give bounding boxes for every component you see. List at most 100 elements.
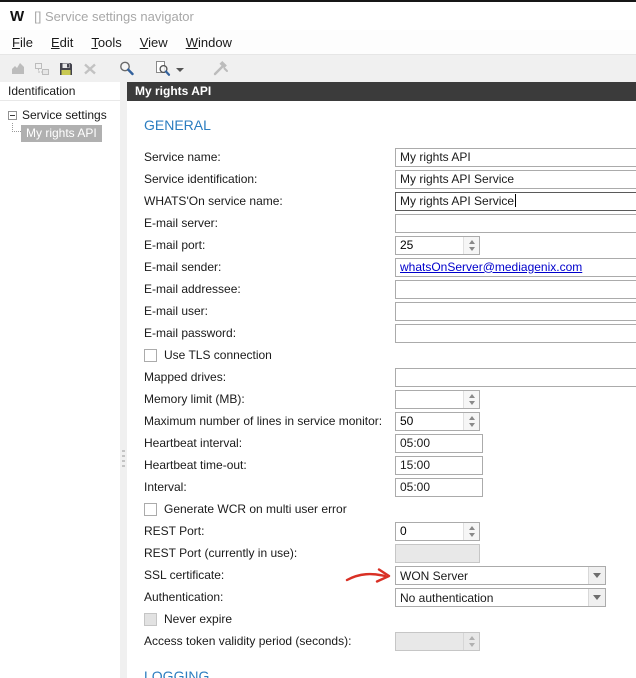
dropdown-arrow-icon[interactable] — [588, 566, 605, 584]
splitter-grip-icon[interactable] — [122, 450, 125, 468]
email-server-input[interactable] — [395, 213, 636, 233]
email-user-input[interactable] — [395, 301, 636, 321]
spin-down-icon[interactable] — [468, 246, 475, 254]
form-row: E-mail sender: whatsOnServer@mediagenix.… — [144, 256, 636, 278]
email-password-input[interactable] — [395, 323, 636, 343]
tree-collapse-icon[interactable] — [8, 110, 17, 120]
email-sender-link[interactable]: whatsOnServer@mediagenix.com — [400, 260, 582, 274]
email-sender-field[interactable]: whatsOnServer@mediagenix.com — [395, 257, 636, 277]
tree-node-service-settings[interactable]: Service settings — [8, 107, 120, 123]
menu-tools[interactable]: Tools — [82, 32, 130, 53]
search-icon[interactable] — [114, 58, 138, 80]
service-name-input[interactable] — [395, 147, 636, 167]
menu-file[interactable]: File — [3, 32, 42, 53]
field-label: WHATS'On service name: — [144, 194, 283, 208]
spin-up-icon[interactable] — [468, 413, 475, 420]
tree-node-my-rights-api[interactable]: My rights API — [12, 123, 120, 142]
main-panel: My rights API GENERAL Service name: Serv… — [127, 82, 636, 678]
form-row: Authentication: No authentication — [144, 586, 636, 608]
tree-elbow-line — [12, 123, 21, 132]
field-label: E-mail password: — [144, 326, 237, 340]
max-lines-spinner[interactable] — [395, 411, 480, 431]
spinner-buttons[interactable] — [463, 412, 479, 430]
form-row: E-mail addressee: — [144, 278, 636, 300]
rest-port-in-use-field — [395, 543, 480, 563]
never-expire-checkbox — [144, 612, 157, 626]
service-identification-input[interactable] — [395, 169, 636, 189]
memory-limit-spinner[interactable] — [395, 389, 480, 409]
field-label: REST Port: — [144, 524, 205, 538]
menu-window[interactable]: Window — [177, 32, 241, 53]
heartbeat-timeout-input[interactable] — [395, 455, 483, 475]
panel-splitter[interactable] — [120, 82, 127, 678]
form-row: Generate WCR on multi user error — [144, 498, 636, 520]
interval-input[interactable] — [395, 477, 483, 497]
form-row: E-mail server: — [144, 212, 636, 234]
use-tls-checkbox[interactable] — [144, 348, 157, 362]
email-addressee-input[interactable] — [395, 279, 636, 299]
search-document-icon[interactable] — [150, 58, 174, 80]
field-label: Access token validity period (seconds): — [144, 634, 352, 648]
spin-up-icon[interactable] — [468, 523, 475, 530]
checkbox-label: Use TLS connection — [164, 348, 272, 362]
delete-icon — [78, 58, 102, 80]
checkbox-label: Generate WCR on multi user error — [164, 502, 347, 516]
dropdown-arrow-icon[interactable] — [588, 588, 605, 606]
email-port-input[interactable] — [396, 236, 463, 254]
rest-port-spinner[interactable] — [395, 521, 480, 541]
field-label: Heartbeat interval: — [144, 436, 243, 450]
rest-port-input[interactable] — [396, 522, 463, 540]
hierarchy-icon — [30, 58, 54, 80]
menu-edit[interactable]: Edit — [42, 32, 82, 53]
tools-icon — [208, 58, 232, 80]
field-label: Maximum number of lines in service monit… — [144, 414, 383, 428]
form-row: Maximum number of lines in service monit… — [144, 410, 636, 432]
spinner-buttons[interactable] — [463, 522, 479, 540]
ssl-certificate-dropdown[interactable]: WON Server — [395, 565, 606, 585]
field-label: Heartbeat time-out: — [144, 458, 247, 472]
field-label: Authentication: — [144, 590, 224, 604]
generate-wcr-checkbox[interactable] — [144, 502, 157, 516]
heartbeat-interval-input[interactable] — [395, 433, 483, 453]
form-row: WHATS'On service name: My rights API Ser… — [144, 190, 636, 212]
max-lines-input[interactable] — [396, 412, 463, 430]
toolbar — [0, 54, 636, 82]
mapped-drives-input[interactable] — [395, 367, 636, 387]
field-label: Service identification: — [144, 172, 258, 186]
spin-down-icon[interactable] — [468, 422, 475, 430]
whatson-service-name-input[interactable]: My rights API Service — [395, 191, 636, 211]
form-row: SSL certificate: WON Server — [144, 564, 636, 586]
field-label: E-mail server: — [144, 216, 219, 230]
form-row: Never expire — [144, 608, 636, 630]
checkbox-label: Never expire — [164, 612, 233, 626]
spin-down-icon[interactable] — [468, 400, 475, 408]
menu-view[interactable]: View — [131, 32, 177, 53]
form-row: Heartbeat interval: — [144, 432, 636, 454]
form-row: Memory limit (MB): — [144, 388, 636, 410]
navigation-tree: Service settings My rights API — [0, 101, 120, 142]
selected-tree-item[interactable]: My rights API — [21, 125, 102, 142]
field-label: Interval: — [144, 480, 187, 494]
section-general: GENERAL — [144, 117, 211, 133]
spin-down-icon — [468, 642, 475, 650]
annotation-arrow-icon — [345, 568, 391, 583]
field-label: Service name: — [144, 150, 221, 164]
spin-down-icon[interactable] — [468, 532, 475, 540]
spin-up-icon[interactable] — [468, 237, 475, 244]
form-row: Service identification: — [144, 168, 636, 190]
form-row: E-mail password: — [144, 322, 636, 344]
form-row: Service name: — [144, 146, 636, 168]
form-row: Heartbeat time-out: — [144, 454, 636, 476]
email-port-spinner[interactable] — [395, 235, 480, 255]
spin-up-icon[interactable] — [468, 391, 475, 398]
field-label: E-mail addressee: — [144, 282, 241, 296]
spinner-buttons[interactable] — [463, 236, 479, 254]
spinner-buttons[interactable] — [463, 390, 479, 408]
form-row: Access token validity period (seconds): — [144, 630, 636, 652]
save-icon[interactable] — [54, 58, 78, 80]
field-label: E-mail sender: — [144, 260, 222, 274]
memory-limit-input[interactable] — [396, 390, 463, 408]
search-dropdown-arrow-icon[interactable] — [176, 67, 184, 76]
panel-title: My rights API — [127, 82, 636, 101]
authentication-dropdown[interactable]: No authentication — [395, 587, 606, 607]
